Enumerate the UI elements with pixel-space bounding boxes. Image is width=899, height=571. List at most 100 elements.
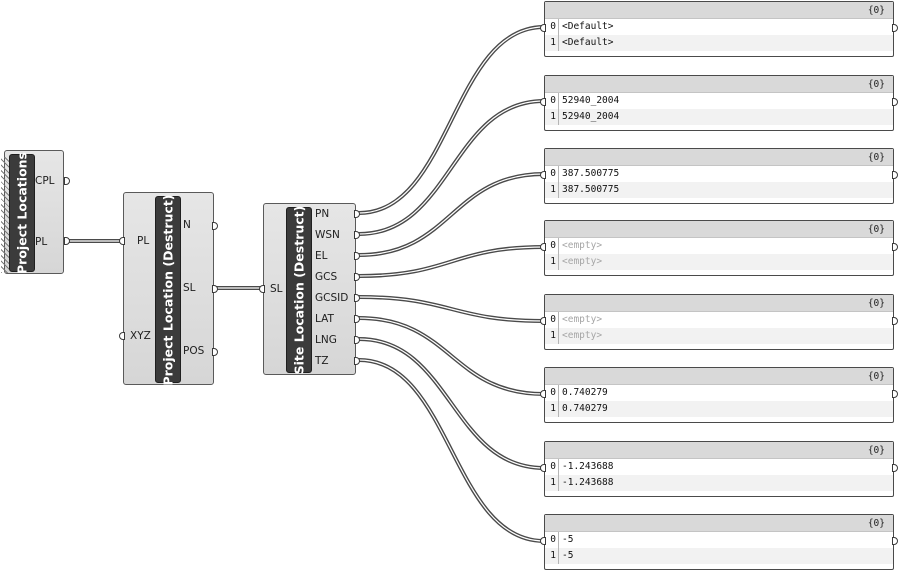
- list-value: 52940_2004: [562, 111, 620, 122]
- input-grip-pl[interactable]: [119, 237, 125, 245]
- list-value: 0.740279: [562, 387, 608, 398]
- project-locations-component[interactable]: Project Locations CPL PL: [1, 150, 70, 274]
- panel-pn[interactable]: {0} 0 <Default> 1 <Default>: [540, 1, 898, 57]
- panel-input-grip[interactable]: [540, 24, 546, 32]
- panel-input-grip[interactable]: [540, 98, 546, 106]
- output-grip-sl[interactable]: [212, 285, 218, 293]
- panel-output-grip[interactable]: [892, 317, 898, 325]
- wire[interactable]: [358, 245, 545, 278]
- panel-output-grip[interactable]: [892, 243, 898, 251]
- list-index: 0: [545, 19, 559, 35]
- project-location-destruct-component[interactable]: Project Location (Destruct) PL XYZ N SL …: [119, 192, 218, 385]
- list-index: 0: [545, 532, 559, 548]
- output-grip-cpl[interactable]: [64, 177, 70, 185]
- panel-el[interactable]: {0} 0 387.500775 1 387.500775: [540, 148, 898, 204]
- input-grip-sl[interactable]: [259, 285, 265, 293]
- wire[interactable]: [358, 337, 545, 470]
- panel-lat[interactable]: {0} 0 0.740279 1 0.740279: [540, 367, 898, 423]
- list-value: -1.243688: [562, 461, 614, 472]
- output-grip-n[interactable]: [212, 222, 218, 230]
- list-index: 0: [545, 166, 559, 182]
- list-value: <Default>: [562, 21, 614, 32]
- panel-output-grip[interactable]: [892, 537, 898, 545]
- project-locations-name-bar[interactable]: Project Locations: [9, 152, 35, 274]
- panel-output-grip[interactable]: [892, 24, 898, 32]
- list-value: -5: [562, 534, 574, 545]
- wire-highlight: [358, 359, 545, 542]
- panel-tz[interactable]: {0} 0 -5 1 -5: [540, 514, 898, 570]
- panel-input-grip[interactable]: [540, 537, 546, 545]
- output-grip-pn[interactable]: [354, 210, 360, 218]
- list-value: -1.243688: [562, 477, 614, 488]
- list-index: 1: [545, 182, 559, 198]
- wire[interactable]: [358, 316, 545, 396]
- panel-gcsid[interactable]: {0} 0 <empty> 1 <empty>: [540, 294, 898, 350]
- panel-input-grip[interactable]: [540, 390, 546, 398]
- list-item: 0 52940_2004: [545, 93, 893, 109]
- project-location-destruct-name-bar[interactable]: Project Location (Destruct): [155, 194, 181, 385]
- list-value: <empty>: [562, 314, 603, 325]
- wire-highlight: [358, 246, 545, 277]
- panel-path-header: {0}: [545, 2, 893, 19]
- site-location-destruct-name-bar[interactable]: Site Location (Destruct): [286, 205, 312, 375]
- list-item: 1 52940_2004: [545, 109, 893, 125]
- list-value: <empty>: [562, 240, 603, 251]
- panel-input-grip[interactable]: [540, 171, 546, 179]
- output-grip-pl[interactable]: [64, 237, 70, 245]
- input-label-pl: PL: [137, 235, 150, 247]
- output-label-lng: LNG: [315, 334, 337, 346]
- panel-gcs[interactable]: {0} 0 <empty> 1 <empty>: [540, 220, 898, 276]
- panel-lng[interactable]: {0} 0 -1.243688 1 -1.243688: [540, 441, 898, 497]
- panel-output-grip[interactable]: [892, 390, 898, 398]
- output-label-n: N: [183, 219, 191, 231]
- output-grip-lng[interactable]: [354, 336, 360, 344]
- list-index: 1: [545, 109, 559, 125]
- panel-path-header: {0}: [545, 221, 893, 238]
- list-index: 1: [545, 328, 559, 344]
- list-index: 1: [545, 254, 559, 270]
- site-location-destruct-title: Site Location (Destruct): [291, 205, 307, 375]
- panel-wsn[interactable]: {0} 0 52940_2004 1 52940_2004: [540, 75, 898, 131]
- output-label-gcs: GCS: [315, 271, 338, 283]
- panel-input-grip[interactable]: [540, 317, 546, 325]
- panel-input-grip[interactable]: [540, 464, 546, 472]
- output-grip-wsn[interactable]: [354, 231, 360, 239]
- wire[interactable]: [358, 25, 545, 215]
- output-grip-gcs[interactable]: [354, 273, 360, 281]
- output-grip-lat[interactable]: [354, 315, 360, 323]
- wire[interactable]: [358, 295, 545, 323]
- list-value: <empty>: [562, 330, 603, 341]
- wire[interactable]: [358, 358, 545, 543]
- input-grip-xyz[interactable]: [119, 332, 125, 340]
- output-label-el: EL: [315, 250, 328, 262]
- list-index: 0: [545, 385, 559, 401]
- output-label-wsn: WSN: [315, 229, 340, 241]
- output-grip-tz[interactable]: [354, 357, 360, 365]
- list-item: 0 0.740279: [545, 385, 893, 401]
- list-item: 0 387.500775: [545, 166, 893, 182]
- wire[interactable]: [358, 172, 545, 257]
- output-label-pl: PL: [35, 236, 48, 248]
- output-label-pos: POS: [183, 345, 205, 357]
- output-label-tz: TZ: [315, 355, 329, 367]
- output-grip-pos[interactable]: [212, 348, 218, 356]
- panel-output-grip[interactable]: [892, 98, 898, 106]
- list-item: 1 <Default>: [545, 35, 893, 51]
- output-grip-gcsid[interactable]: [354, 294, 360, 302]
- panel-input-grip[interactable]: [540, 243, 546, 251]
- list-value: <empty>: [562, 256, 603, 267]
- panel-path-header: {0}: [545, 76, 893, 93]
- list-value: 387.500775: [562, 184, 620, 195]
- output-grip-el[interactable]: [354, 252, 360, 260]
- list-index: 1: [545, 35, 559, 51]
- panel-path-header: {0}: [545, 368, 893, 385]
- list-index: 1: [545, 475, 559, 491]
- panel-output-grip[interactable]: [892, 464, 898, 472]
- list-item: 1 <empty>: [545, 328, 893, 344]
- panel-output-grip[interactable]: [892, 171, 898, 179]
- list-value: 0.740279: [562, 403, 608, 414]
- wire-highlight: [358, 173, 545, 256]
- list-item: 0 <Default>: [545, 19, 893, 35]
- site-location-destruct-component[interactable]: Site Location (Destruct) SL PN WSN EL GC…: [259, 203, 360, 375]
- wire[interactable]: [358, 99, 545, 236]
